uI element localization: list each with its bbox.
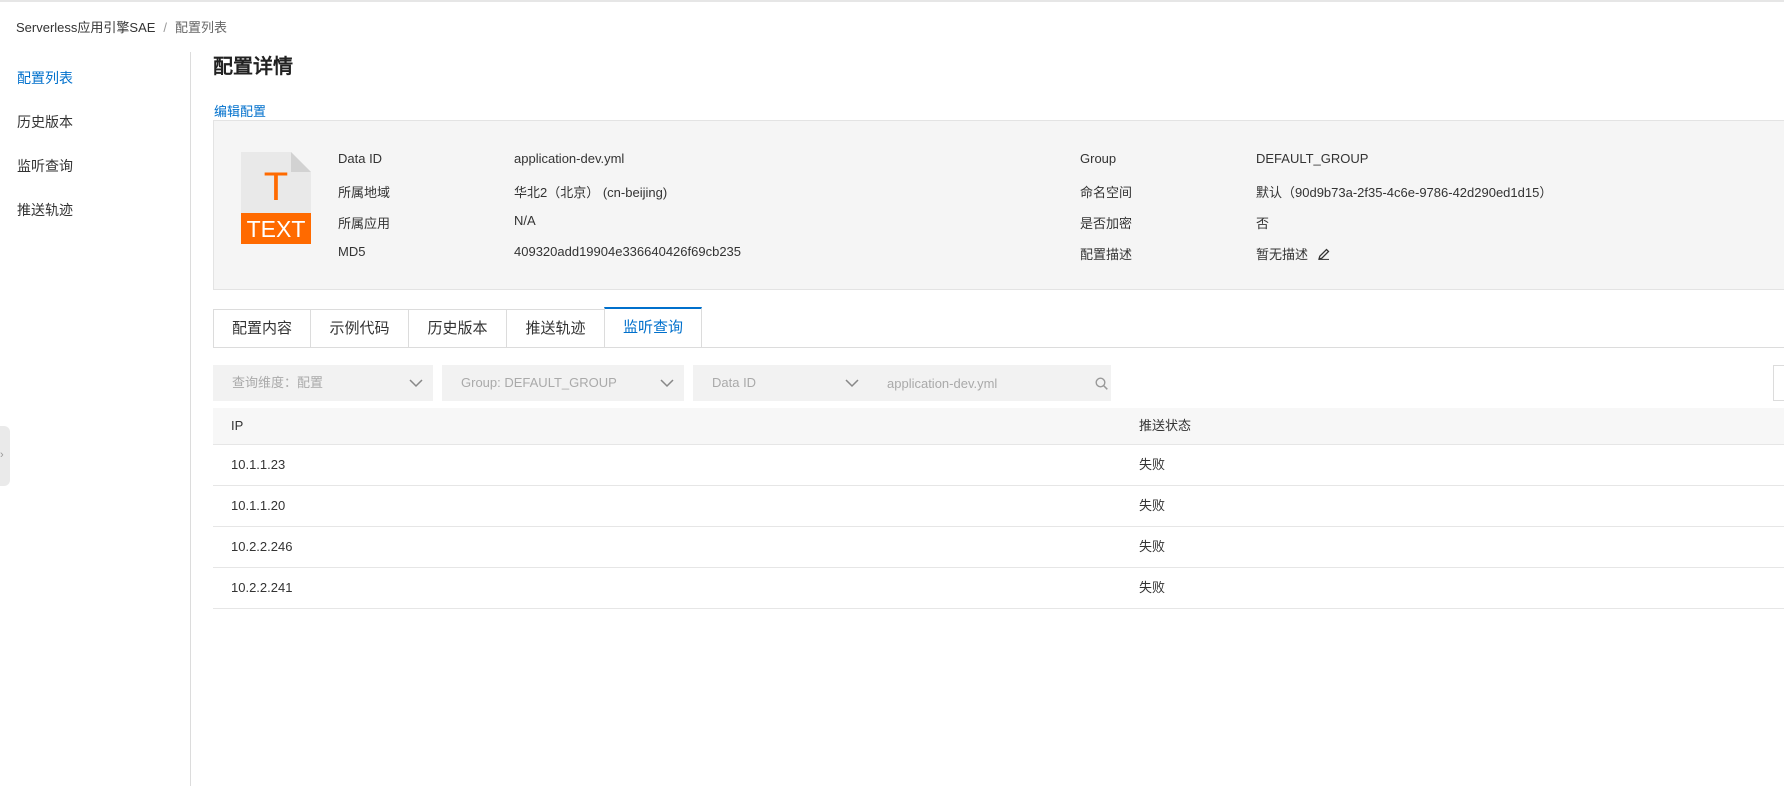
table-row: 10.1.1.20 失败 [213, 486, 1784, 527]
tab-push-trace[interactable]: 推送轨迹 [506, 309, 605, 347]
table-row: 10.1.1.23 失败 [213, 445, 1784, 486]
cell-push-status: 失败 [1139, 457, 1166, 472]
sidebar-item-config-list[interactable]: 配置列表 [17, 68, 73, 88]
cell-push-status: 失败 [1139, 539, 1166, 554]
data-id-search-input[interactable] [869, 365, 1111, 401]
info-value-description: 暂无描述 [1256, 244, 1330, 263]
cell-push-status: 失败 [1139, 498, 1166, 513]
info-key-data-id: Data ID [338, 151, 383, 166]
info-value-data-id: application-dev.yml [514, 151, 625, 166]
info-key-group: Group [1080, 151, 1117, 166]
info-value-region: 华北2（北京） (cn-beijing) [514, 185, 668, 200]
file-icon-letter: T [264, 165, 288, 209]
info-value-group: DEFAULT_GROUP [1256, 151, 1369, 166]
cell-ip: 10.2.2.246 [231, 539, 293, 554]
sidebar-item-listener-query[interactable]: 监听查询 [17, 156, 73, 176]
key-type-value: Data ID [712, 375, 757, 390]
query-dimension-select[interactable]: 查询维度：配置 [213, 365, 433, 401]
pencil-icon[interactable] [1318, 248, 1330, 260]
sidebar-collapse-handle[interactable]: › [0, 426, 10, 486]
config-info-panel: T TEXT Data ID application-dev.yml 所属地域 … [213, 120, 1784, 290]
cell-ip: 10.1.1.23 [231, 457, 286, 472]
group-select-value: Group: DEFAULT_GROUP [461, 375, 617, 390]
edit-config-link[interactable]: 编辑配置 [214, 101, 266, 120]
page-title: 配置详情 [213, 56, 293, 78]
text-file-icon: T TEXT [241, 152, 311, 244]
listener-table: IP 推送状态 10.1.1.23 失败 10.1.1.20 失败 10.2.2… [213, 408, 1784, 609]
breadcrumb: Serverless应用引擎SAE / 配置列表 [16, 17, 227, 36]
tab-history[interactable]: 历史版本 [408, 309, 507, 347]
group-select[interactable]: Group: DEFAULT_GROUP [442, 365, 684, 401]
query-dimension-value: 查询维度：配置 [232, 375, 324, 390]
sidebar-item-push-trace[interactable]: 推送轨迹 [17, 200, 73, 220]
info-key-encrypted: 是否加密 [1080, 216, 1133, 231]
info-value-md5: 409320add19904e336640426f69cb235 [514, 244, 742, 259]
tab-config-content[interactable]: 配置内容 [213, 309, 311, 347]
info-key-md5: MD5 [338, 244, 366, 259]
description-text: 暂无描述 [1256, 247, 1309, 262]
cell-ip: 10.2.2.241 [231, 580, 293, 595]
top-border [0, 0, 1784, 2]
sidebar: 配置列表 历史版本 监听查询 推送轨迹 [0, 52, 191, 786]
breadcrumb-root[interactable]: Serverless应用引擎SAE [16, 20, 155, 35]
key-type-select[interactable]: Data ID [693, 365, 869, 401]
column-header-push-status: 推送状态 [1139, 418, 1192, 433]
table-row: 10.2.2.241 失败 [213, 568, 1784, 609]
search-icon[interactable] [1095, 377, 1108, 390]
info-key-description: 配置描述 [1080, 247, 1133, 262]
info-value-namespace: 默认（90d9b73a-2f35-4c6e-9786-42d290ed1d15） [1256, 185, 1553, 200]
tab-sample-code[interactable]: 示例代码 [310, 309, 409, 347]
file-icon-label: TEXT [247, 216, 306, 242]
breadcrumb-separator: / [163, 20, 168, 35]
info-key-region: 所属地域 [338, 185, 391, 200]
table-header: IP 推送状态 [213, 408, 1784, 445]
sidebar-item-history[interactable]: 历史版本 [17, 112, 73, 132]
info-value-app: N/A [514, 213, 536, 228]
cell-push-status: 失败 [1139, 580, 1166, 595]
column-header-ip: IP [231, 418, 244, 433]
refresh-button[interactable] [1773, 365, 1784, 401]
breadcrumb-current: 配置列表 [175, 20, 228, 35]
cell-ip: 10.1.1.20 [231, 498, 286, 513]
table-row: 10.2.2.246 失败 [213, 527, 1784, 568]
tab-listener-query[interactable]: 监听查询 [604, 307, 702, 347]
info-key-namespace: 命名空间 [1080, 185, 1133, 200]
detail-tabs: 配置内容 示例代码 历史版本 推送轨迹 监听查询 [213, 307, 1784, 348]
chevron-right-icon: › [0, 449, 4, 461]
info-value-encrypted: 否 [1256, 216, 1270, 231]
info-key-app: 所属应用 [338, 216, 391, 231]
